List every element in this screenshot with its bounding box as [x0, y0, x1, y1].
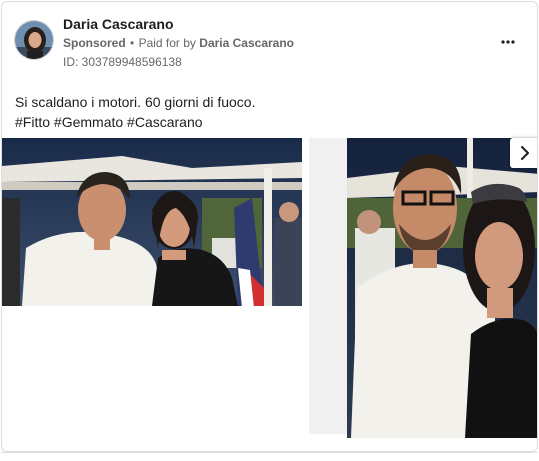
- carousel-spacer: [309, 138, 347, 434]
- carousel-image-2[interactable]: [347, 138, 537, 438]
- more-horizontal-icon: [501, 40, 515, 44]
- avatar[interactable]: [14, 20, 54, 60]
- ad-card: Daria Cascarano Sponsored • Paid for by …: [1, 1, 538, 452]
- paid-for-label: Paid for by: [138, 36, 196, 50]
- sponsored-label: Sponsored: [63, 36, 126, 50]
- more-options-button[interactable]: [491, 29, 525, 55]
- ad-id: ID: 303789948596138: [63, 55, 182, 69]
- ad-body-text: Si scaldano i motori. 60 giorni di fuoco…: [15, 92, 525, 132]
- ad-text-line: Si scaldano i motori. 60 giorni di fuoco…: [15, 94, 256, 110]
- chevron-right-icon: [520, 146, 530, 160]
- ad-hashtags[interactable]: #Fitto #Gemmato #Cascarano: [15, 112, 525, 132]
- carousel-image-1[interactable]: [2, 138, 302, 306]
- carousel-next-button[interactable]: [510, 138, 537, 168]
- payer-name[interactable]: Daria Cascarano: [199, 36, 294, 50]
- page-name[interactable]: Daria Cascarano: [63, 16, 174, 32]
- separator: •: [130, 36, 135, 50]
- sponsor-line: Sponsored • Paid for by Daria Cascarano: [63, 36, 294, 50]
- image-carousel: [2, 138, 537, 438]
- divider: [1, 452, 538, 453]
